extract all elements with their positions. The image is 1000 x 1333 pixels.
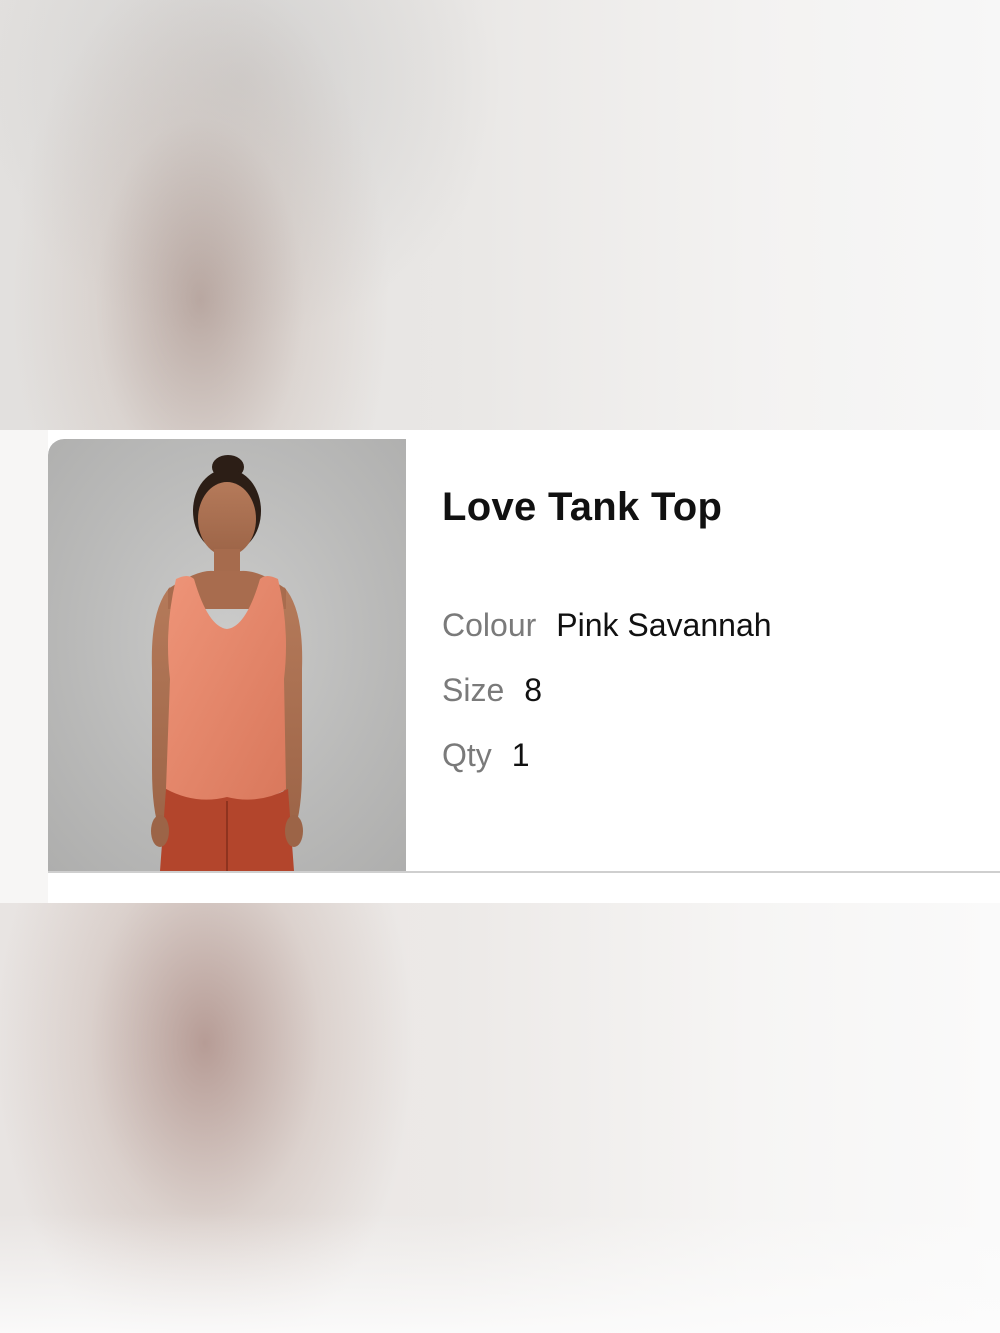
left-hand-shape [151,815,169,847]
card-divider [48,871,1000,873]
band-left-margin [0,430,48,903]
size-label: Size [442,672,505,708]
size-row: Size 8 [442,672,542,709]
tank-top-shape [166,576,286,802]
colour-row: Colour Pink Savannah [442,607,772,644]
size-value: 8 [524,672,543,708]
blurred-backdrop-top [0,0,1000,430]
colour-label: Colour [442,607,537,643]
qty-label: Qty [442,737,492,773]
product-info: Love Tank Top Colour Pink Savannah Size … [442,439,1000,871]
screenshot-stage: Love Tank Top Colour Pink Savannah Size … [0,0,1000,1333]
product-image[interactable] [48,439,406,871]
qty-value: 1 [511,737,530,773]
face-shape [198,482,256,556]
product-title[interactable]: Love Tank Top [442,485,722,530]
blurred-backdrop-bottom [0,903,1000,1333]
product-photo-illustration [151,455,303,871]
qty-row: Qty 1 [442,737,530,774]
colour-value: Pink Savannah [556,607,772,643]
cart-item-card[interactable]: Love Tank Top Colour Pink Savannah Size … [48,439,1000,873]
cart-item-band: Love Tank Top Colour Pink Savannah Size … [0,430,1000,903]
right-hand-shape [285,815,303,847]
